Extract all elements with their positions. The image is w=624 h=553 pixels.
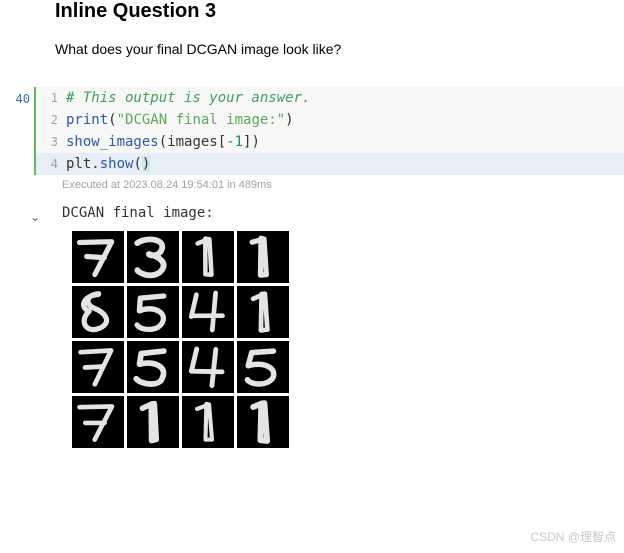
code-content: show_images(images[-1]) [66,131,260,153]
code-line[interactable]: 4plt.show() [36,153,624,175]
digit-cell [237,286,289,338]
line-number: 3 [38,131,66,153]
digit-cell [237,396,289,448]
line-number: 4 [38,153,66,175]
output-image [72,231,624,451]
digit-cell [182,341,234,393]
code-cell: 40 1# This output is your answer.2print(… [0,87,624,175]
execution-meta: Executed at 2023.08.24 19:54:01 in 489ms [62,179,624,191]
digit-cell [127,231,179,283]
digit-cell [72,341,124,393]
code-content: plt.show() [66,153,150,175]
digit-cell [72,231,124,283]
cell-output: DCGAN final image: [62,205,624,451]
code-line[interactable]: 1# This output is your answer. [36,87,624,109]
chevron-down-icon[interactable]: ⌄ [30,210,40,224]
code-content: print("DCGAN final image:") [66,109,294,131]
digit-cell [237,231,289,283]
watermark: CSDN @理智点 [530,528,616,545]
digit-cell [182,231,234,283]
execution-count: 40 [0,92,30,106]
digit-cell [182,396,234,448]
digit-cell [72,286,124,338]
code-line[interactable]: 2print("DCGAN final image:") [36,109,624,131]
question-text: What does your final DCGAN image look li… [55,41,624,57]
digit-cell [72,396,124,448]
digit-cell [127,341,179,393]
code-content: # This output is your answer. [66,87,310,109]
digit-cell [237,341,289,393]
code-input-area[interactable]: 1# This output is your answer.2print("DC… [34,87,624,175]
digit-cell [127,286,179,338]
digit-cell [182,286,234,338]
code-line[interactable]: 3show_images(images[-1]) [36,131,624,153]
line-number: 1 [38,87,66,109]
line-number: 2 [38,109,66,131]
digit-cell [127,396,179,448]
section-heading: Inline Question 3 [55,0,624,23]
output-text: DCGAN final image: [62,205,624,221]
